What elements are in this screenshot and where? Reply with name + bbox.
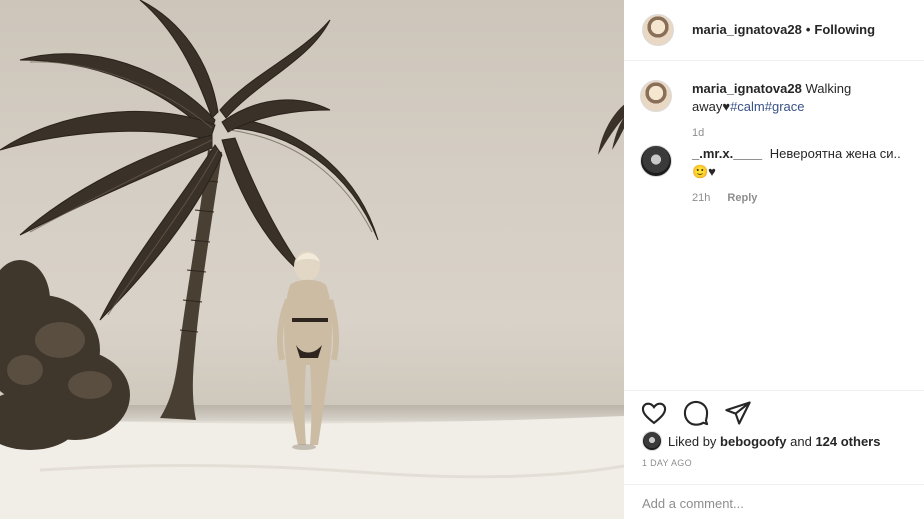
liker-username[interactable]: bebogoofy	[720, 434, 786, 449]
hashtag-grace[interactable]: #grace	[765, 99, 805, 114]
comment-username[interactable]: _.mr.x.____	[692, 146, 762, 161]
header-user-line: maria_ignatova28 • Following	[692, 22, 875, 37]
share-icon-svg	[725, 401, 751, 425]
post-actions: Liked by bebogoofy and 124 others 1 DAY …	[624, 390, 924, 519]
comment-text: Невероятна жена си..	[769, 146, 901, 161]
following-button[interactable]: Following	[814, 22, 875, 37]
comment-item: _.mr.x.____ Невероятна жена си.. 🙂♥ 21h …	[640, 145, 916, 215]
caption-username[interactable]: maria_ignatova28	[692, 81, 802, 96]
post-side-panel: maria_ignatova28 • Following maria_ignat…	[624, 0, 924, 519]
heart-icon-svg	[641, 402, 667, 425]
separator-dot: •	[805, 22, 811, 37]
comment-body: _.mr.x.____ Невероятна жена си.. 🙂♥	[692, 145, 922, 181]
caption-time[interactable]: 1d	[692, 124, 704, 142]
add-comment-input[interactable]	[642, 493, 902, 513]
comment-time[interactable]: 21h	[692, 192, 710, 204]
post-photo[interactable]	[0, 0, 624, 519]
share-icon[interactable]	[724, 399, 752, 427]
comment-icon-svg	[683, 400, 709, 426]
post-header: maria_ignatova28 • Following	[624, 0, 924, 61]
reply-button[interactable]: Reply	[727, 192, 757, 204]
caption-avatar[interactable]	[640, 80, 672, 112]
add-comment-section	[624, 484, 924, 519]
caption: maria_ignatova28 Walking away♥#calm#grac…	[640, 80, 916, 150]
comment-icon[interactable]	[682, 399, 710, 427]
likes-prefix: Liked by	[668, 433, 717, 449]
likes-suffix: and	[790, 433, 812, 449]
beach-scene-image	[0, 0, 624, 519]
avatar[interactable]	[642, 14, 674, 46]
caption-body: maria_ignatova28 Walking away♥#calm#grac…	[692, 80, 922, 116]
post-timestamp[interactable]: 1 DAY AGO	[642, 458, 692, 468]
liker-avatar[interactable]	[642, 431, 662, 451]
comment-emoji: 🙂♥	[692, 164, 716, 179]
likes-others[interactable]: 124 others	[815, 434, 880, 449]
hashtag-calm[interactable]: #calm	[730, 99, 765, 114]
comment-meta: 21h Reply	[692, 189, 757, 207]
likes-line: Liked by bebogoofy and 124 others	[642, 431, 880, 451]
heart-emoji: ♥	[722, 99, 731, 114]
heart-icon[interactable]	[640, 399, 668, 427]
commenter-avatar[interactable]	[640, 145, 672, 177]
post-username[interactable]: maria_ignatova28	[692, 22, 802, 37]
